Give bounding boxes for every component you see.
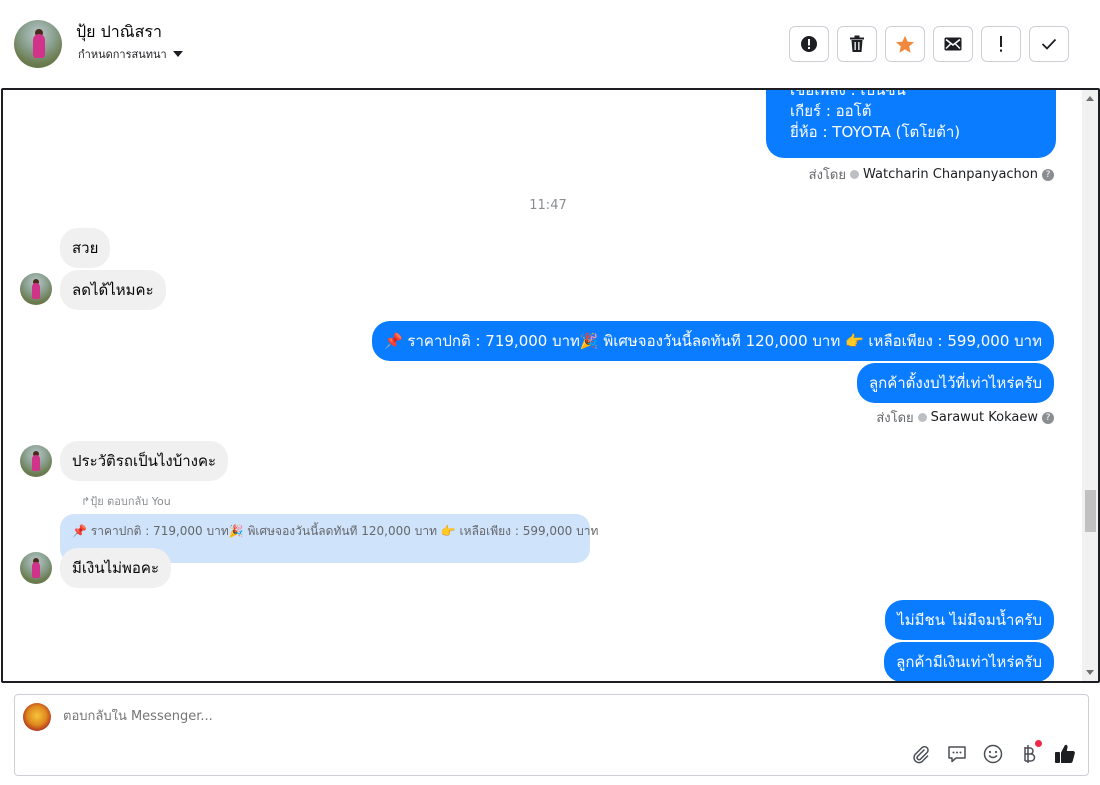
message-incoming[interactable]: ประวัติรถเป็นไงบ้างคะ bbox=[60, 441, 229, 481]
reply-label: ↱ปุ้ย ตอบกลับ You bbox=[81, 495, 171, 508]
trash-icon bbox=[850, 35, 864, 52]
delete-button[interactable] bbox=[837, 26, 877, 62]
contact-name[interactable]: ปุ้ย ปาณิสรา bbox=[76, 20, 162, 45]
car-spec-gear: เกียร์ : ออโต้ bbox=[790, 102, 872, 120]
sent-by-label: ส่งโดย Watcharin Chanpanyachon ? bbox=[809, 164, 1054, 185]
conversation-header: ปุ้ย ปาณิสรา กำหนดการสนทนา bbox=[0, 0, 1100, 88]
sender-name[interactable]: Sarawut Kokaew bbox=[931, 410, 1038, 425]
message-thread[interactable]: เชื้อเพลิง : เบนซิน เกียร์ : ออโต้ ยี่ห้… bbox=[1, 88, 1100, 683]
help-icon[interactable]: ? bbox=[1042, 168, 1054, 181]
sent-by-prefix: ส่งโดย bbox=[876, 411, 914, 426]
composer-tools bbox=[910, 740, 1076, 765]
message-outgoing[interactable]: ลูกค้าตั้งงบไว้ที่เท่าไหร่ครับ bbox=[856, 363, 1054, 403]
contact-avatar-small[interactable] bbox=[20, 445, 52, 477]
verified-icon bbox=[850, 170, 859, 179]
report-icon bbox=[801, 36, 817, 52]
message-incoming[interactable]: ลดได้ไหมคะ bbox=[60, 270, 166, 310]
message-incoming[interactable]: สวย bbox=[60, 228, 111, 268]
checkmark-icon bbox=[1041, 38, 1057, 50]
emoji-button[interactable] bbox=[982, 743, 1004, 765]
timestamp: 11:47 bbox=[529, 198, 567, 213]
saved-replies-button[interactable] bbox=[946, 743, 968, 765]
message-outgoing-car-specs[interactable]: เชื้อเพลิง : เบนซิน เกียร์ : ออโต้ ยี่ห้… bbox=[766, 88, 1056, 158]
reply-composer bbox=[14, 694, 1089, 776]
sender-name[interactable]: Watcharin Chanpanyachon bbox=[863, 167, 1038, 182]
message-outgoing-price[interactable]: 📌 ราคาปกติ : 719,000 บาท🎉 พิเศษจองวันนี้… bbox=[371, 321, 1054, 361]
car-spec-brand: ยี่ห้อ : TOYOTA (โตโยต้า) bbox=[790, 123, 961, 141]
attach-button[interactable] bbox=[910, 743, 932, 765]
verified-icon bbox=[917, 413, 927, 422]
thumbs-up-icon bbox=[1055, 744, 1075, 763]
mark-unread-button[interactable] bbox=[933, 26, 973, 62]
conversation-actions bbox=[789, 26, 1069, 62]
chat-bubble-icon bbox=[948, 746, 966, 763]
star-button[interactable] bbox=[885, 26, 925, 62]
contact-avatar-small[interactable] bbox=[20, 273, 52, 305]
mark-done-button[interactable] bbox=[1029, 26, 1069, 62]
car-spec-fuel: เชื้อเพลิง : เบนซิน bbox=[790, 88, 906, 99]
caret-down-icon bbox=[172, 51, 183, 57]
payment-button[interactable] bbox=[1018, 740, 1042, 765]
contact-avatar-small[interactable] bbox=[20, 552, 52, 584]
smiley-icon bbox=[983, 744, 1003, 764]
message-outgoing[interactable]: ไม่มีชน ไม่มีจมน้ำครับ bbox=[885, 600, 1054, 640]
sent-by-prefix: ส่งโดย bbox=[808, 168, 846, 183]
report-button[interactable] bbox=[789, 26, 829, 62]
scroll-up-arrow-icon[interactable] bbox=[1086, 96, 1094, 101]
star-icon bbox=[896, 35, 914, 53]
page-avatar bbox=[23, 703, 51, 731]
contact-avatar[interactable] bbox=[14, 20, 62, 68]
assign-conversation-dropdown[interactable]: กำหนดการสนทนา bbox=[78, 45, 183, 63]
message-outgoing[interactable]: ลูกค้ามีเงินเท่าไหร่ครับ bbox=[884, 642, 1054, 681]
like-button[interactable] bbox=[1054, 743, 1076, 765]
paperclip-icon bbox=[913, 745, 929, 764]
reply-input[interactable] bbox=[63, 709, 763, 724]
envelope-icon bbox=[944, 37, 962, 51]
scrollbar-thumb[interactable] bbox=[1085, 490, 1096, 532]
follow-up-button[interactable] bbox=[981, 26, 1021, 62]
scroll-down-arrow-icon[interactable] bbox=[1086, 670, 1094, 675]
notification-dot bbox=[1035, 740, 1042, 747]
sent-by-label: ส่งโดย Sarawut Kokaew ? bbox=[876, 407, 1054, 428]
exclamation-icon bbox=[1000, 36, 1002, 52]
baht-icon bbox=[1024, 745, 1036, 763]
message-incoming[interactable]: มีเงินไม่พอคะ bbox=[60, 548, 172, 588]
assign-label: กำหนดการสนทนา bbox=[78, 48, 167, 61]
help-icon[interactable]: ? bbox=[1042, 411, 1054, 424]
scrollbar[interactable] bbox=[1082, 90, 1098, 681]
